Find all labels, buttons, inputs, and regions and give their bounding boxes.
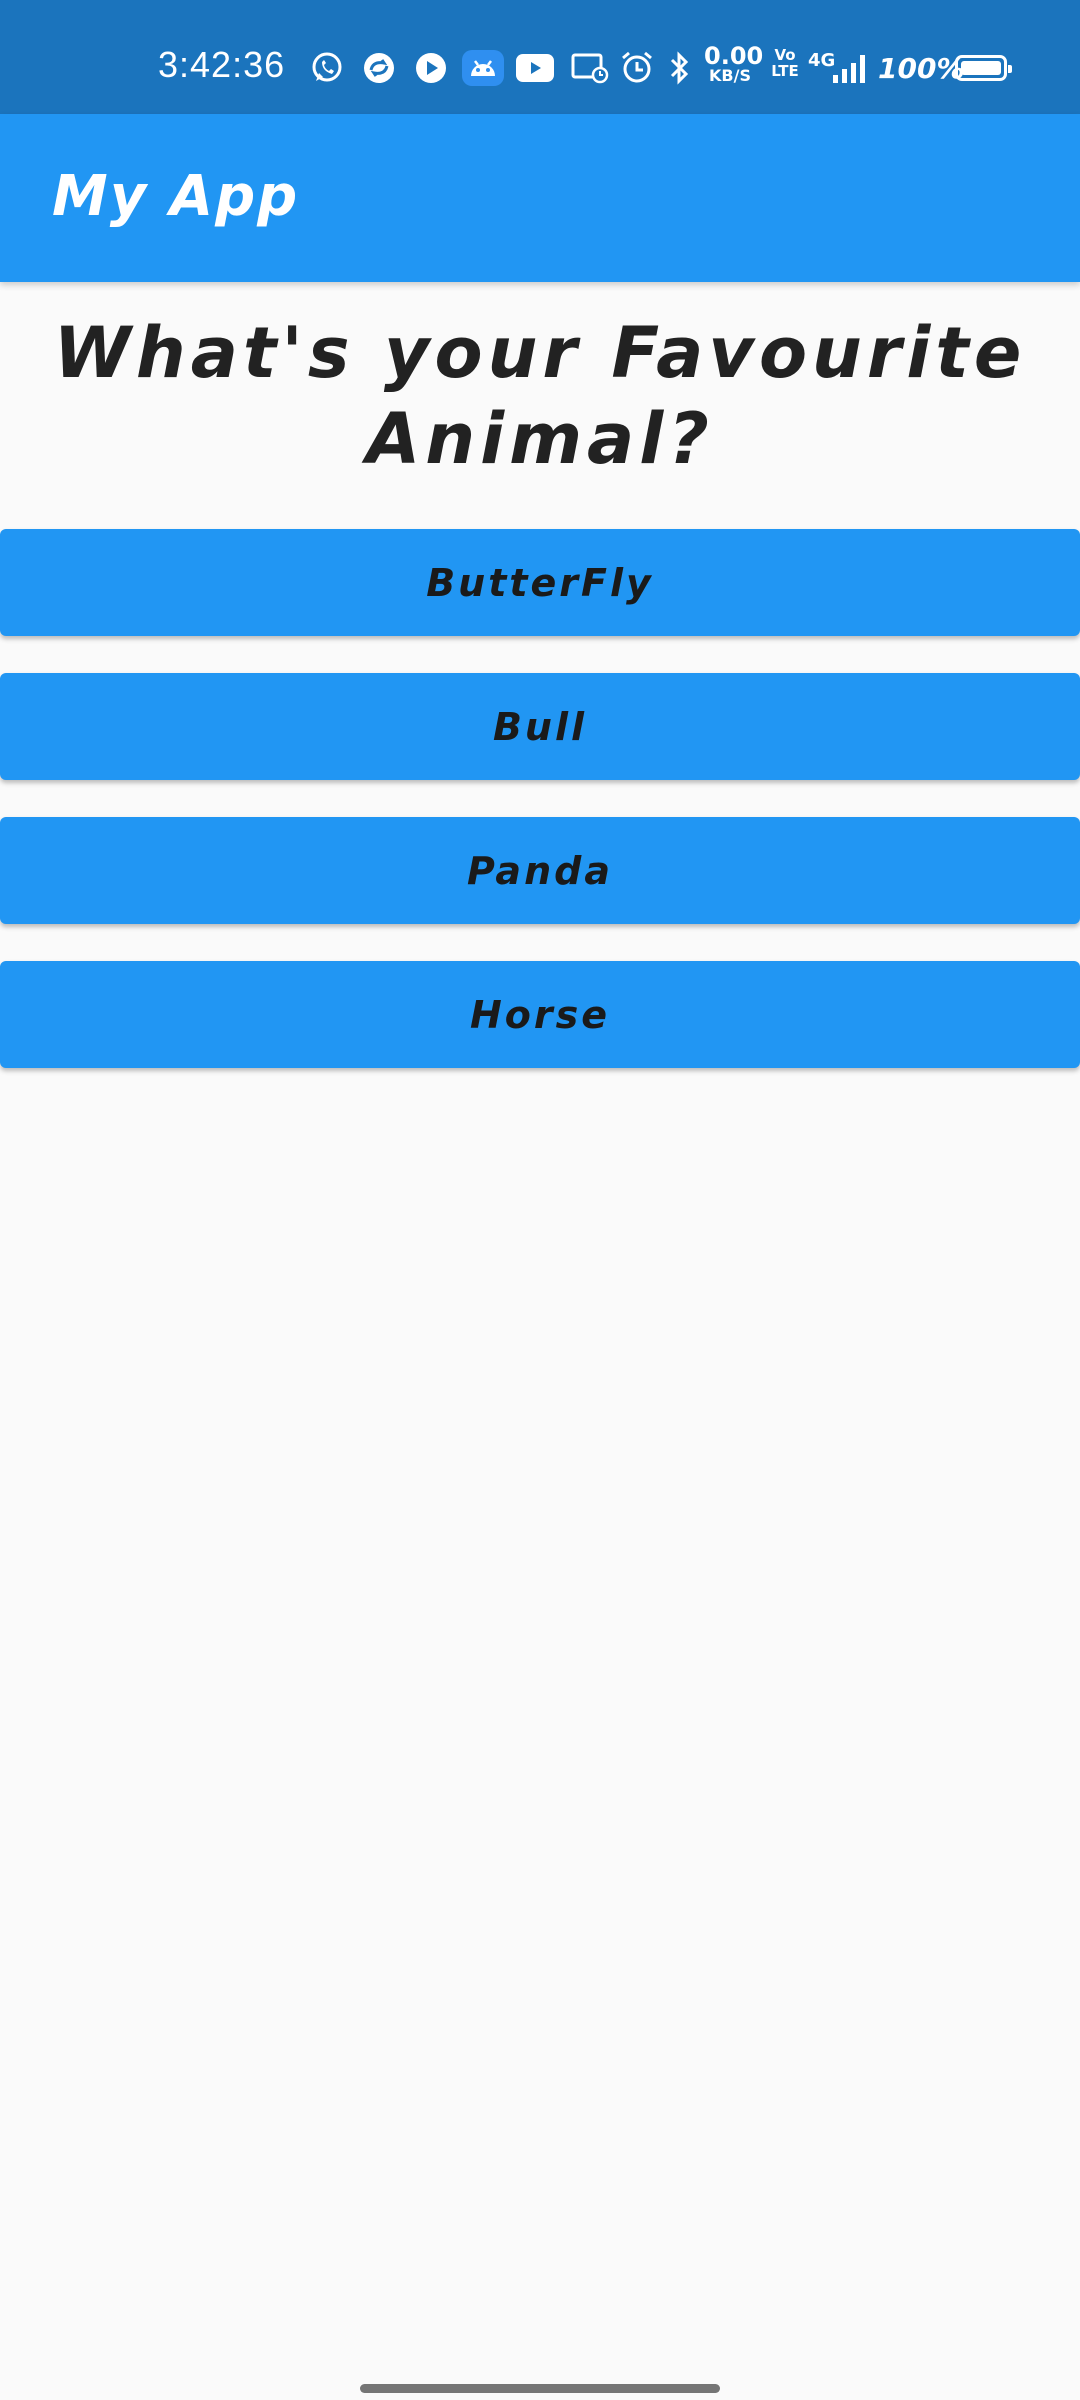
net-speed-indicator: 0.00 KB/S bbox=[704, 42, 764, 85]
volte-indicator: Vo LTE bbox=[770, 47, 800, 80]
battery-icon bbox=[955, 55, 1012, 81]
net-speed-unit: KB/S bbox=[709, 66, 751, 85]
sync-app-icon bbox=[361, 50, 397, 86]
signal-icon bbox=[826, 50, 870, 86]
app-title: My App bbox=[52, 164, 300, 229]
android-icon bbox=[461, 50, 505, 86]
app-bar: My App bbox=[0, 114, 1080, 282]
alarm-icon bbox=[618, 50, 656, 86]
question-line-2: Animal? bbox=[366, 398, 714, 480]
whatsapp-icon bbox=[309, 50, 345, 86]
question-heading: What's your Favourite Animal? bbox=[0, 310, 1080, 482]
option-bull-button[interactable]: Bull bbox=[0, 673, 1080, 780]
screen-record-icon bbox=[570, 50, 610, 86]
home-indicator[interactable] bbox=[360, 2384, 720, 2393]
status-time: 3:42:36 bbox=[158, 44, 286, 85]
youtube-icon bbox=[515, 50, 555, 86]
question-line-1: What's your Favourite bbox=[53, 312, 1027, 394]
battery-percentage: 100% bbox=[878, 52, 965, 85]
volte-bottom: LTE bbox=[771, 61, 799, 80]
net-speed-value: 0.00 bbox=[704, 42, 764, 70]
bluetooth-icon bbox=[664, 50, 696, 86]
option-panda-button[interactable]: Panda bbox=[0, 817, 1080, 924]
play-icon bbox=[413, 50, 449, 86]
status-bar: 3:42:36 0.00 KB/S Vo LTE 4G 100% bbox=[0, 0, 1080, 114]
option-horse-button[interactable]: Horse bbox=[0, 961, 1080, 1068]
option-butterfly-button[interactable]: ButterFly bbox=[0, 529, 1080, 636]
